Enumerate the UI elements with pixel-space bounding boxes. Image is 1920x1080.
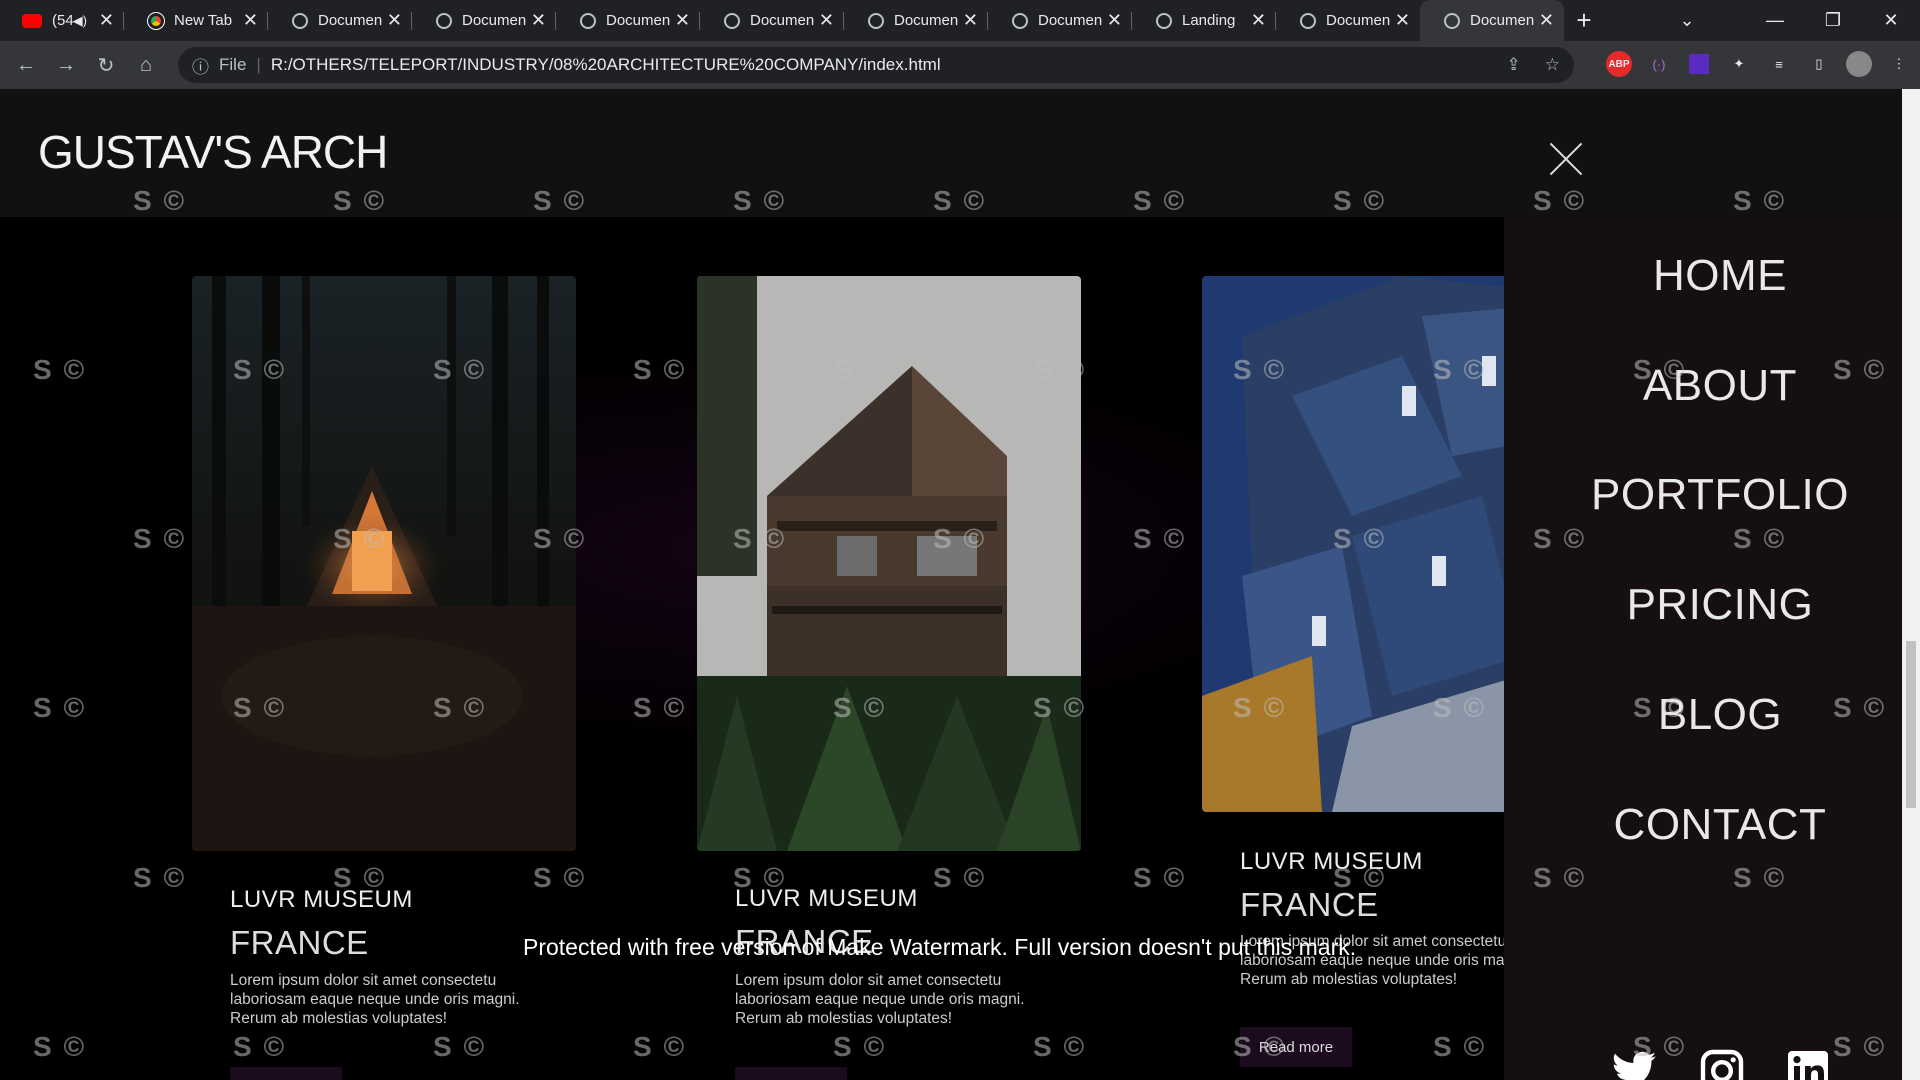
extensions-bar: ABP (·) ✦ ≡ ▯ ⋮ bbox=[1606, 51, 1912, 77]
url-text[interactable]: R:/OTHERS/TELEPORT/INDUSTRY/08%20ARCHITE… bbox=[271, 55, 941, 75]
tab-document[interactable]: Documen ✕ bbox=[700, 0, 844, 41]
close-tab-icon[interactable]: ✕ bbox=[1539, 10, 1554, 31]
bookmark-star-icon[interactable]: ☆ bbox=[1545, 55, 1560, 75]
tab-document[interactable]: Documen ✕ bbox=[1276, 0, 1420, 41]
card-description: Lorem ipsum dolor sit amet consectetu la… bbox=[230, 972, 520, 1027]
card-subtitle: FRANCE bbox=[1240, 886, 1379, 923]
scrollbar-thumb[interactable] bbox=[1906, 641, 1916, 808]
restore-icon[interactable]: ❐ bbox=[1804, 10, 1862, 31]
tab-new-tab[interactable]: New Tab ✕ bbox=[124, 0, 268, 41]
cabin-photo bbox=[192, 276, 576, 851]
globe-icon bbox=[868, 12, 884, 29]
reload-icon[interactable]: ↻ bbox=[86, 53, 126, 78]
more-menu-icon[interactable]: ⋮ bbox=[1886, 51, 1912, 77]
browser-tab-strip: (547)◀)✕ New Tab✕ Documen✕ Documen✕ Docu… bbox=[0, 0, 1920, 41]
card-title: LUVR MUSEUM bbox=[735, 885, 918, 912]
address-bar[interactable]: ⓘ File | R:/OTHERS/TELEPORT/INDUSTRY/08%… bbox=[178, 47, 1574, 83]
globe-icon bbox=[436, 12, 452, 29]
close-tab-icon[interactable]: ✕ bbox=[1107, 10, 1122, 31]
card-subtitle: FRANCE bbox=[230, 924, 369, 961]
tab-search-icon[interactable]: ⌄ bbox=[1658, 10, 1716, 31]
card-description: Lorem ipsum dolor sit amet consectetu la… bbox=[735, 972, 1025, 1027]
chrome-icon bbox=[147, 11, 165, 30]
read-more-button[interactable]: Read more bbox=[1240, 1027, 1352, 1067]
close-window-icon[interactable]: ✕ bbox=[1862, 10, 1920, 31]
menu-item-blog[interactable]: BLOG bbox=[1504, 690, 1902, 740]
linkedin-icon[interactable] bbox=[1784, 1047, 1832, 1080]
tab-youtube[interactable]: (547)◀)✕ bbox=[0, 0, 124, 41]
page-scrollbar[interactable] bbox=[1902, 89, 1920, 1080]
card-image-house[interactable] bbox=[697, 276, 1081, 851]
close-tab-icon[interactable]: ✕ bbox=[819, 10, 834, 31]
globe-icon bbox=[580, 12, 596, 29]
media-icon[interactable]: ≡ bbox=[1766, 51, 1792, 77]
extension-icon[interactable]: (·) bbox=[1646, 51, 1672, 77]
tab-document[interactable]: Documen ✕ bbox=[412, 0, 556, 41]
puzzle-icon[interactable]: ✦ bbox=[1726, 51, 1752, 77]
twitter-icon[interactable] bbox=[1610, 1047, 1658, 1080]
tab-document[interactable]: Documen ✕ bbox=[268, 0, 412, 41]
close-tab-icon[interactable]: ✕ bbox=[387, 10, 402, 31]
website-viewport: GUSTAV'S ARCH LUVR MUSEUM FRANCE Lorem i… bbox=[0, 89, 1902, 1080]
minimize-icon[interactable]: — bbox=[1746, 10, 1804, 31]
card-title: LUVR MUSEUM bbox=[1240, 848, 1423, 875]
instagram-icon[interactable] bbox=[1698, 1047, 1746, 1080]
card-image-cabin[interactable] bbox=[192, 276, 576, 851]
back-icon[interactable]: ← bbox=[6, 54, 46, 77]
side-menu: HOME ABOUT PORTFOLIO PRICING BLOG CONTAC… bbox=[1504, 217, 1902, 1080]
forward-icon[interactable]: → bbox=[46, 54, 86, 77]
house-photo bbox=[697, 276, 1081, 851]
info-icon[interactable]: ⓘ bbox=[192, 53, 209, 78]
globe-icon bbox=[1444, 12, 1460, 29]
close-tab-icon[interactable]: ✕ bbox=[243, 10, 258, 31]
close-tab-icon[interactable]: ✕ bbox=[531, 10, 546, 31]
close-menu-icon[interactable] bbox=[1548, 141, 1584, 177]
globe-icon bbox=[1156, 12, 1172, 29]
close-tab-icon[interactable]: ✕ bbox=[1395, 10, 1410, 31]
close-tab-icon[interactable]: ✕ bbox=[99, 10, 114, 31]
speaker-muted-icon[interactable]: ◀) bbox=[73, 13, 87, 29]
extension-square-icon[interactable] bbox=[1686, 51, 1712, 77]
divider: | bbox=[256, 55, 261, 74]
tab-document[interactable]: Documen ✕ bbox=[844, 0, 988, 41]
read-more-button[interactable]: Read more bbox=[735, 1067, 847, 1080]
watermark-notice: Protected with free version of Make Wate… bbox=[523, 934, 1357, 960]
read-more-button[interactable]: Read more bbox=[230, 1067, 342, 1080]
home-icon[interactable]: ⌂ bbox=[126, 54, 166, 77]
scheme-label: File bbox=[219, 55, 247, 74]
share-icon[interactable]: ⇪ bbox=[1507, 55, 1521, 75]
close-tab-icon[interactable]: ✕ bbox=[963, 10, 978, 31]
site-header: GUSTAV'S ARCH bbox=[0, 89, 1902, 217]
globe-icon bbox=[724, 12, 740, 29]
adblock-icon[interactable]: ABP bbox=[1606, 51, 1632, 77]
side-panel-icon[interactable]: ▯ bbox=[1806, 51, 1832, 77]
menu-item-pricing[interactable]: PRICING bbox=[1504, 580, 1902, 630]
globe-icon bbox=[292, 12, 308, 29]
tab-document[interactable]: Documen ✕ bbox=[988, 0, 1132, 41]
menu-item-portfolio[interactable]: PORTFOLIO bbox=[1504, 470, 1902, 520]
card-title: LUVR MUSEUM bbox=[230, 886, 413, 913]
globe-icon bbox=[1012, 12, 1028, 29]
new-tab-button[interactable]: + bbox=[1564, 5, 1604, 36]
menu-item-about[interactable]: ABOUT bbox=[1504, 361, 1902, 411]
globe-icon bbox=[1300, 12, 1316, 29]
menu-item-home[interactable]: HOME bbox=[1504, 251, 1902, 301]
window-controls: ⌄ — ❐ ✕ bbox=[1658, 0, 1920, 41]
youtube-icon bbox=[22, 13, 42, 28]
close-tab-icon[interactable]: ✕ bbox=[1251, 10, 1266, 31]
close-tab-icon[interactable]: ✕ bbox=[675, 10, 690, 31]
menu-item-contact[interactable]: CONTACT bbox=[1504, 800, 1902, 850]
avatar[interactable] bbox=[1846, 51, 1872, 77]
toolbar: ← → ↻ ⌂ ⓘ File | R:/OTHERS/TELEPORT/INDU… bbox=[0, 41, 1920, 89]
site-logo[interactable]: GUSTAV'S ARCH bbox=[38, 125, 388, 179]
tab-document[interactable]: Documen ✕ bbox=[556, 0, 700, 41]
tab-landing[interactable]: Landing ✕ bbox=[1132, 0, 1276, 41]
tab-document-active[interactable]: Documen ✕ bbox=[1420, 0, 1564, 41]
